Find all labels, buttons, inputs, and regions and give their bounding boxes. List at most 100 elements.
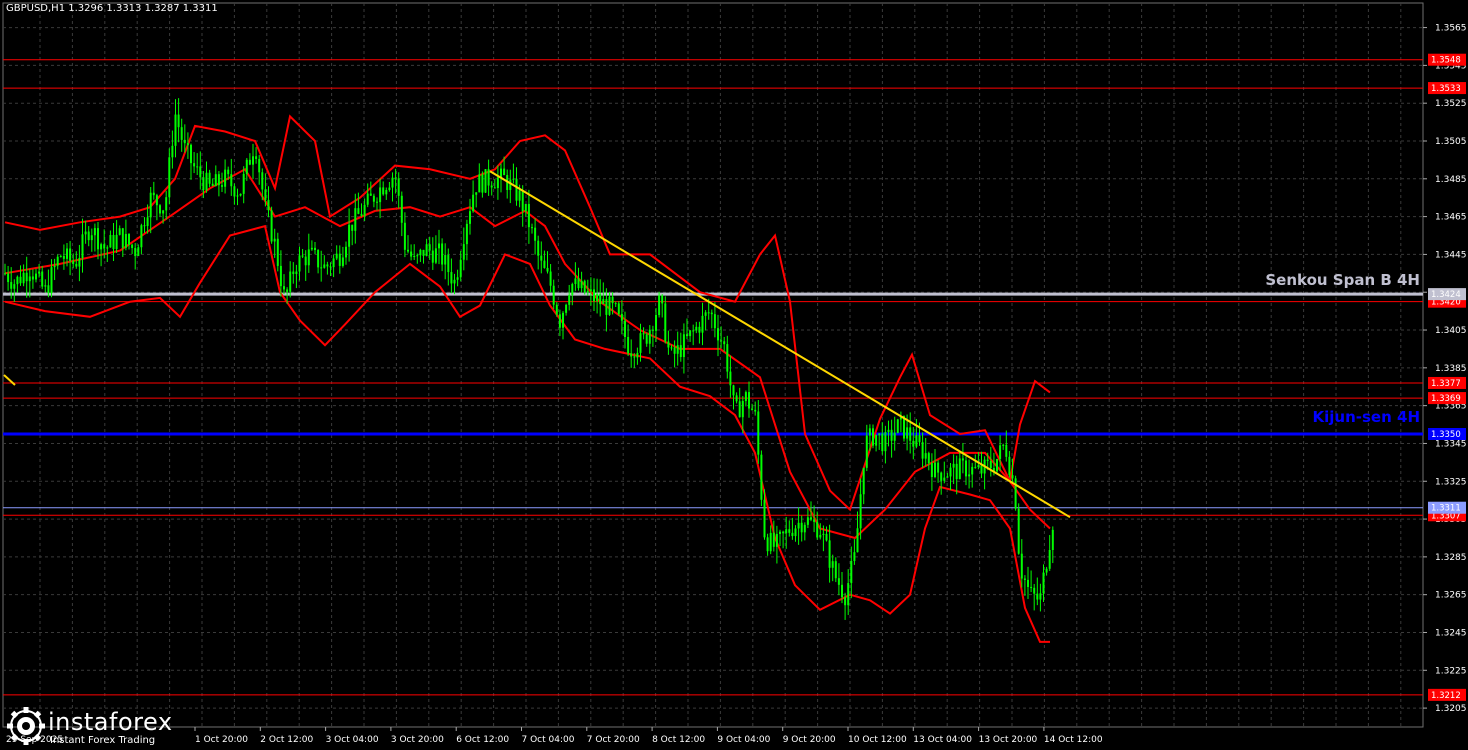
- candle-body: [13, 284, 16, 289]
- candle-body: [171, 145, 174, 158]
- candle-body: [1023, 578, 1026, 580]
- candle-body: [819, 534, 822, 538]
- candle-body: [757, 411, 760, 455]
- candle-body: [84, 231, 87, 235]
- candle-body: [428, 244, 431, 251]
- y-tick-label: 1.3485: [1435, 175, 1467, 185]
- candle-body: [934, 462, 936, 478]
- candle-body: [596, 294, 599, 302]
- candle-body: [4, 273, 6, 275]
- candle-body: [751, 408, 754, 410]
- candle-body: [320, 267, 323, 269]
- y-tick-label: 1.3265: [1435, 591, 1467, 601]
- candle-body: [403, 222, 406, 250]
- candle-body: [391, 177, 394, 188]
- candle-body: [227, 169, 230, 175]
- candle-body: [642, 333, 645, 335]
- y-tick-label: 1.3525: [1435, 99, 1467, 109]
- candle-body: [397, 178, 400, 196]
- candle-body: [828, 540, 831, 568]
- candle-body: [112, 234, 115, 250]
- candle-body: [701, 315, 704, 333]
- candle-body: [847, 583, 850, 606]
- candle-body: [93, 228, 96, 236]
- candle-body: [602, 299, 605, 305]
- candle-body: [208, 172, 211, 184]
- chart-background: [0, 0, 1468, 750]
- candle-body: [121, 228, 124, 248]
- candle-body: [295, 271, 298, 275]
- candle-body: [887, 429, 890, 433]
- candle-body: [459, 259, 462, 278]
- candle-body: [775, 533, 778, 547]
- candle-body: [19, 276, 22, 284]
- candle-body: [741, 401, 744, 418]
- candle-body: [1042, 572, 1045, 594]
- candle-body: [236, 195, 239, 197]
- candle-body: [670, 347, 673, 349]
- candle-body: [735, 395, 738, 402]
- chart-title: GBPUSD,H1 1.3296 1.3313 1.3287 1.3311: [6, 3, 218, 14]
- candle-body: [816, 521, 819, 538]
- candle-body: [881, 433, 884, 452]
- candle-body: [301, 255, 304, 257]
- candle-body: [221, 185, 223, 187]
- candle-body: [868, 428, 871, 436]
- candle-body: [186, 143, 189, 145]
- candle-body: [78, 257, 81, 267]
- candle-body: [469, 211, 471, 224]
- candle-body: [128, 233, 130, 245]
- candle-body: [738, 401, 741, 418]
- candle-body: [673, 347, 676, 354]
- candle-body: [233, 186, 236, 197]
- candle-body: [503, 168, 506, 176]
- candle-body: [242, 173, 245, 194]
- candle-body: [878, 433, 881, 435]
- y-tick-label: 1.3345: [1435, 439, 1467, 449]
- candle-body: [797, 522, 800, 529]
- candle-body: [943, 477, 946, 481]
- y-tick-label: 1.3285: [1435, 553, 1467, 563]
- candle-body: [351, 224, 354, 231]
- candle-body: [800, 522, 803, 533]
- candle-body: [193, 163, 196, 167]
- level-label: 1.3369: [1431, 394, 1461, 404]
- candle-body: [444, 255, 447, 265]
- watermark-tagline: Instant Forex Trading: [50, 735, 156, 746]
- candle-body: [314, 247, 316, 251]
- candle-body: [732, 385, 735, 396]
- candle-body: [667, 341, 670, 348]
- candle-body: [679, 345, 682, 358]
- candle-body: [955, 463, 958, 480]
- candle-body: [813, 519, 816, 522]
- candle-body: [348, 224, 351, 247]
- candle-body: [837, 578, 840, 585]
- candle-body: [1002, 444, 1005, 446]
- y-tick-label: 1.3225: [1435, 666, 1467, 676]
- candle-body: [152, 192, 155, 196]
- candle-body: [884, 432, 887, 452]
- y-tick-label: 1.3325: [1435, 477, 1467, 487]
- candle-body: [66, 248, 68, 259]
- candle-body: [769, 532, 772, 552]
- candle-body: [586, 290, 589, 293]
- candle-body: [307, 249, 310, 266]
- candle-body: [664, 303, 667, 342]
- candle-body: [298, 255, 301, 272]
- candle-body: [329, 266, 332, 268]
- candle-body: [720, 340, 723, 342]
- candle-body: [571, 283, 574, 295]
- price-chart[interactable]: 1.35651.35451.35251.35051.34851.34651.34…: [0, 0, 1468, 750]
- candle-body: [713, 314, 716, 329]
- candle-body: [636, 352, 639, 358]
- candle-body: [317, 250, 320, 268]
- candle-body: [87, 231, 90, 241]
- candle-body: [69, 248, 72, 261]
- candle-body: [841, 584, 843, 598]
- candle-body: [363, 204, 366, 216]
- candle-body: [264, 189, 267, 200]
- candle-body: [726, 344, 729, 372]
- candle-body: [534, 227, 537, 241]
- candle-body: [431, 250, 434, 263]
- candle-body: [896, 419, 899, 433]
